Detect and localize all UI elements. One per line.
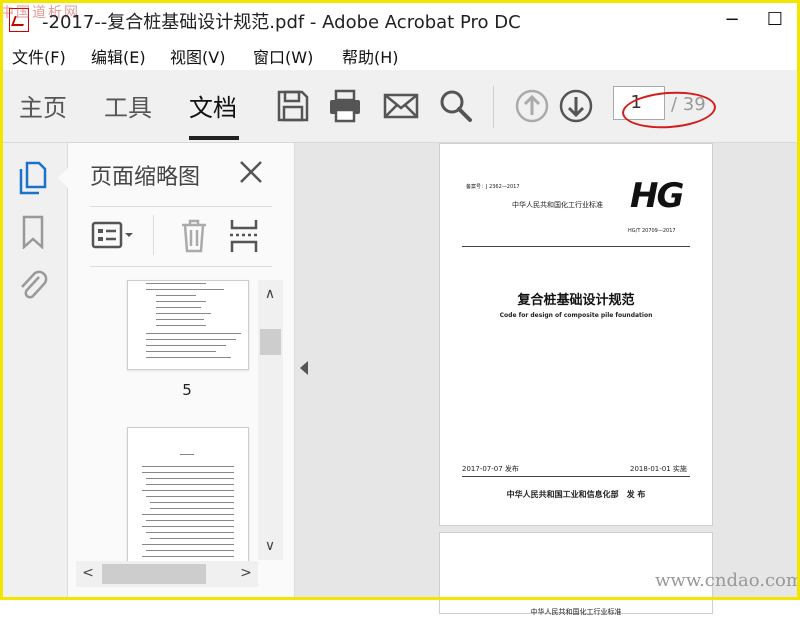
minimize-button[interactable]: − bbox=[718, 6, 746, 34]
page-up-icon[interactable] bbox=[514, 88, 550, 124]
menu-file[interactable]: 文件(F) bbox=[12, 44, 66, 68]
title-bar: 中国道析网 -2017--复合桩基础设计规范.pdf - Adobe Acrob… bbox=[0, 0, 800, 40]
document-title-english: Code for design of composite pile founda… bbox=[499, 312, 653, 319]
menu-bar: 文件(F) 编辑(E) 视图(V) 窗口(W) 帮助(H) bbox=[0, 40, 800, 70]
menu-help[interactable]: 帮助(H) bbox=[342, 44, 399, 68]
standard-number: HG/T 20709—2017 bbox=[628, 228, 676, 234]
bookmarks-icon[interactable] bbox=[17, 215, 49, 249]
page-rule bbox=[462, 246, 690, 247]
left-navigation-rail bbox=[0, 143, 68, 600]
panel-title: 页面缩略图 bbox=[90, 165, 201, 190]
delete-icon[interactable] bbox=[178, 218, 210, 254]
tab-document[interactable]: 文档 bbox=[189, 88, 237, 123]
scroll-up-arrow[interactable]: ∧ bbox=[260, 286, 280, 302]
toolbar: 主页 工具 文档 1 / 39 bbox=[0, 70, 800, 143]
collapse-panel-arrow-icon[interactable] bbox=[300, 361, 308, 375]
toolbar-divider bbox=[493, 86, 494, 128]
thumbnail-page-label: 5 bbox=[182, 381, 192, 399]
insert-page-icon[interactable] bbox=[228, 218, 260, 254]
page-down-icon[interactable] bbox=[558, 88, 594, 124]
thumbnail-horizontal-scrollbar[interactable]: < > bbox=[76, 561, 258, 587]
document-view[interactable]: 备案号：J 2362—2017 中华人民共和国化工行业标准 HG HG/T 20… bbox=[295, 143, 800, 616]
close-icon[interactable] bbox=[236, 157, 266, 187]
scrollbar-thumb[interactable] bbox=[260, 329, 281, 355]
watermark-bottom: www.cndao.com bbox=[655, 570, 800, 591]
document-page: 备案号：J 2362—2017 中华人民共和国化工行业标准 HG HG/T 20… bbox=[439, 143, 713, 526]
menu-edit[interactable]: 编辑(E) bbox=[91, 44, 146, 68]
search-icon[interactable] bbox=[438, 88, 474, 124]
page-thumbnail[interactable] bbox=[127, 427, 249, 569]
menu-view[interactable]: 视图(V) bbox=[170, 44, 225, 68]
implementation-date: 2018-01-01 实施 bbox=[630, 465, 687, 473]
thumbnail-options-icon[interactable] bbox=[90, 218, 136, 254]
scroll-right-arrow[interactable]: > bbox=[236, 565, 256, 581]
save-icon[interactable] bbox=[275, 88, 311, 124]
page-total-label: / 39 bbox=[671, 94, 706, 115]
page-number-input[interactable]: 1 bbox=[613, 86, 665, 120]
toolbar-divider bbox=[153, 215, 154, 255]
panel-divider bbox=[90, 206, 272, 207]
active-tab-indicator bbox=[189, 136, 239, 140]
issue-date: 2017-07-07 发布 bbox=[462, 465, 519, 473]
thumbnail-vertical-scrollbar[interactable]: ∧ ∨ bbox=[258, 280, 283, 560]
window-title: -2017--复合桩基础设计规范.pdf - Adobe Acrobat Pro… bbox=[42, 12, 521, 33]
filing-number: 备案号：J 2362—2017 bbox=[466, 184, 520, 190]
panel-divider bbox=[90, 266, 272, 267]
scrollbar-thumb[interactable] bbox=[102, 564, 206, 584]
document-title: 复合桩基础设计规范 bbox=[517, 293, 635, 308]
publisher: 中华人民共和国工业和信息化部 发 布 bbox=[506, 490, 646, 499]
page2-header: 中华人民共和国化工行业标准 bbox=[530, 608, 622, 616]
scroll-left-arrow[interactable]: < bbox=[78, 565, 98, 581]
attachments-icon[interactable] bbox=[17, 269, 49, 303]
menu-window[interactable]: 窗口(W) bbox=[253, 44, 313, 68]
page-thumbnails-panel: 页面缩略图 5 ∧ ∨ < > bbox=[68, 143, 295, 600]
page-thumbnail[interactable] bbox=[127, 280, 249, 370]
scroll-down-arrow[interactable]: ∨ bbox=[260, 538, 280, 554]
industry-standard-label: 中华人民共和国化工行业标准 bbox=[512, 201, 603, 209]
page-thumbnails-icon[interactable] bbox=[17, 161, 49, 195]
panel-pointer bbox=[58, 168, 68, 188]
hg-logo: HG bbox=[630, 176, 684, 216]
tab-home[interactable]: 主页 bbox=[19, 88, 67, 123]
page-rule bbox=[462, 476, 690, 477]
maximize-button[interactable]: ☐ bbox=[761, 6, 789, 34]
email-icon[interactable] bbox=[383, 88, 419, 124]
tab-tools[interactable]: 工具 bbox=[104, 88, 152, 123]
print-icon[interactable] bbox=[327, 88, 363, 124]
